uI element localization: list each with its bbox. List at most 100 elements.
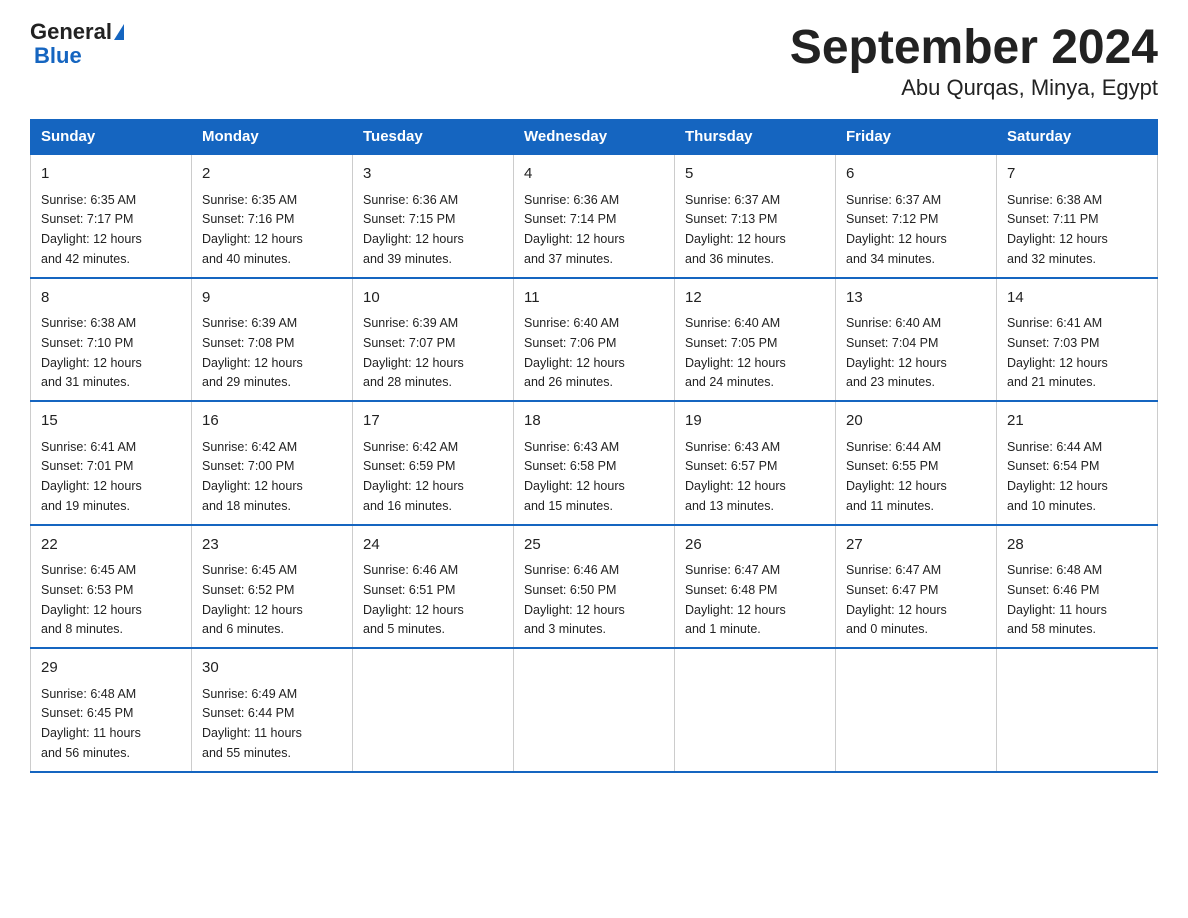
calendar-cell: 10 Sunrise: 6:39 AMSunset: 7:07 PMDayligh… <box>353 278 514 402</box>
day-number: 19 <box>685 410 825 433</box>
day-number: 3 <box>363 163 503 186</box>
calendar-cell: 3 Sunrise: 6:36 AMSunset: 7:15 PMDaylight… <box>353 154 514 278</box>
day-number: 16 <box>202 410 342 433</box>
day-info: Sunrise: 6:38 AMSunset: 7:10 PMDaylight:… <box>41 316 142 389</box>
day-number: 27 <box>846 534 986 557</box>
header-day-tuesday: Tuesday <box>353 120 514 155</box>
day-number: 15 <box>41 410 181 433</box>
day-info: Sunrise: 6:40 AMSunset: 7:06 PMDaylight:… <box>524 316 625 389</box>
day-number: 26 <box>685 534 825 557</box>
logo-text-general: General <box>30 20 112 44</box>
day-number: 10 <box>363 287 503 310</box>
calendar-cell: 22Sunrise: 6:45 AMSunset: 6:53 PMDayligh… <box>31 525 192 649</box>
day-info: Sunrise: 6:44 AMSunset: 6:54 PMDaylight:… <box>1007 440 1108 513</box>
calendar-cell: 8Sunrise: 6:38 AMSunset: 7:10 PMDaylight… <box>31 278 192 402</box>
logo-triangle-icon <box>114 24 124 40</box>
day-number: 17 <box>363 410 503 433</box>
calendar-cell: 5Sunrise: 6:37 AMSunset: 7:13 PMDaylight… <box>675 154 836 278</box>
day-number: 12 <box>685 287 825 310</box>
day-number: 29 <box>41 657 181 680</box>
calendar-cell: 14 Sunrise: 6:41 AMSunset: 7:03 PMDayligh… <box>997 278 1158 402</box>
day-number: 11 <box>524 287 664 310</box>
title-block: September 2024 Abu Qurqas, Minya, Egypt <box>790 20 1158 101</box>
day-number: 20 <box>846 410 986 433</box>
calendar-cell: 16 Sunrise: 6:42 AMSunset: 7:00 PMDayligh… <box>192 401 353 525</box>
day-info: Sunrise: 6:45 AMSunset: 6:52 PMDaylight:… <box>202 563 303 636</box>
calendar-cell <box>836 648 997 772</box>
day-info: Sunrise: 6:45 AMSunset: 6:53 PMDaylight:… <box>41 563 142 636</box>
calendar-cell: 19 Sunrise: 6:43 AMSunset: 6:57 PMDayligh… <box>675 401 836 525</box>
calendar-cell: 13Sunrise: 6:40 AMSunset: 7:04 PMDayligh… <box>836 278 997 402</box>
calendar-week-row: 1 Sunrise: 6:35 AMSunset: 7:17 PMDaylight… <box>31 154 1158 278</box>
day-number: 1 <box>41 163 181 186</box>
calendar-cell: 11 Sunrise: 6:40 AMSunset: 7:06 PMDayligh… <box>514 278 675 402</box>
day-info: Sunrise: 6:46 AMSunset: 6:51 PMDaylight:… <box>363 563 464 636</box>
calendar-cell: 2Sunrise: 6:35 AMSunset: 7:16 PMDaylight… <box>192 154 353 278</box>
day-number: 24 <box>363 534 503 557</box>
day-number: 7 <box>1007 163 1147 186</box>
day-info: Sunrise: 6:39 AMSunset: 7:07 PMDaylight:… <box>363 316 464 389</box>
day-info: Sunrise: 6:42 AMSunset: 6:59 PMDaylight:… <box>363 440 464 513</box>
day-info: Sunrise: 6:37 AMSunset: 7:13 PMDaylight:… <box>685 193 786 266</box>
calendar-cell: 26 Sunrise: 6:47 AMSunset: 6:48 PMDayligh… <box>675 525 836 649</box>
calendar-cell <box>353 648 514 772</box>
day-info: Sunrise: 6:43 AMSunset: 6:57 PMDaylight:… <box>685 440 786 513</box>
day-info: Sunrise: 6:42 AMSunset: 7:00 PMDaylight:… <box>202 440 303 513</box>
day-number: 9 <box>202 287 342 310</box>
calendar-cell: 1 Sunrise: 6:35 AMSunset: 7:17 PMDaylight… <box>31 154 192 278</box>
calendar-cell: 12 Sunrise: 6:40 AMSunset: 7:05 PMDayligh… <box>675 278 836 402</box>
day-info: Sunrise: 6:38 AMSunset: 7:11 PMDaylight:… <box>1007 193 1108 266</box>
header-day-friday: Friday <box>836 120 997 155</box>
calendar-cell: 20Sunrise: 6:44 AMSunset: 6:55 PMDayligh… <box>836 401 997 525</box>
header-day-thursday: Thursday <box>675 120 836 155</box>
day-info: Sunrise: 6:40 AMSunset: 7:04 PMDaylight:… <box>846 316 947 389</box>
calendar-cell <box>675 648 836 772</box>
calendar-cell: 7 Sunrise: 6:38 AMSunset: 7:11 PMDaylight… <box>997 154 1158 278</box>
day-number: 14 <box>1007 287 1147 310</box>
calendar-cell: 17 Sunrise: 6:42 AMSunset: 6:59 PMDayligh… <box>353 401 514 525</box>
calendar-week-row: 22Sunrise: 6:45 AMSunset: 6:53 PMDayligh… <box>31 525 1158 649</box>
day-info: Sunrise: 6:37 AMSunset: 7:12 PMDaylight:… <box>846 193 947 266</box>
calendar-cell: 9Sunrise: 6:39 AMSunset: 7:08 PMDaylight… <box>192 278 353 402</box>
calendar-cell: 30 Sunrise: 6:49 AMSunset: 6:44 PMDayligh… <box>192 648 353 772</box>
day-info: Sunrise: 6:48 AMSunset: 6:45 PMDaylight:… <box>41 687 141 760</box>
calendar-cell: 24 Sunrise: 6:46 AMSunset: 6:51 PMDayligh… <box>353 525 514 649</box>
calendar-cell: 29 Sunrise: 6:48 AMSunset: 6:45 PMDayligh… <box>31 648 192 772</box>
logo: General Blue <box>30 20 124 68</box>
calendar-week-row: 8Sunrise: 6:38 AMSunset: 7:10 PMDaylight… <box>31 278 1158 402</box>
calendar-cell: 18 Sunrise: 6:43 AMSunset: 6:58 PMDayligh… <box>514 401 675 525</box>
calendar-cell: 15 Sunrise: 6:41 AMSunset: 7:01 PMDayligh… <box>31 401 192 525</box>
calendar-cell <box>997 648 1158 772</box>
day-info: Sunrise: 6:43 AMSunset: 6:58 PMDaylight:… <box>524 440 625 513</box>
logo-text-blue: Blue <box>34 44 82 68</box>
day-number: 2 <box>202 163 342 186</box>
calendar-cell: 21 Sunrise: 6:44 AMSunset: 6:54 PMDayligh… <box>997 401 1158 525</box>
header-day-sunday: Sunday <box>31 120 192 155</box>
day-number: 23 <box>202 534 342 557</box>
calendar-cell: 23 Sunrise: 6:45 AMSunset: 6:52 PMDayligh… <box>192 525 353 649</box>
header-day-saturday: Saturday <box>997 120 1158 155</box>
calendar-cell: 27 Sunrise: 6:47 AMSunset: 6:47 PMDayligh… <box>836 525 997 649</box>
day-info: Sunrise: 6:47 AMSunset: 6:48 PMDaylight:… <box>685 563 786 636</box>
calendar-subtitle: Abu Qurqas, Minya, Egypt <box>790 75 1158 101</box>
day-number: 25 <box>524 534 664 557</box>
day-number: 6 <box>846 163 986 186</box>
day-number: 28 <box>1007 534 1147 557</box>
day-info: Sunrise: 6:35 AMSunset: 7:17 PMDaylight:… <box>41 193 142 266</box>
day-number: 21 <box>1007 410 1147 433</box>
day-number: 30 <box>202 657 342 680</box>
calendar-cell <box>514 648 675 772</box>
day-info: Sunrise: 6:41 AMSunset: 7:01 PMDaylight:… <box>41 440 142 513</box>
day-info: Sunrise: 6:36 AMSunset: 7:15 PMDaylight:… <box>363 193 464 266</box>
day-number: 18 <box>524 410 664 433</box>
calendar-cell: 28Sunrise: 6:48 AMSunset: 6:46 PMDayligh… <box>997 525 1158 649</box>
day-info: Sunrise: 6:47 AMSunset: 6:47 PMDaylight:… <box>846 563 947 636</box>
calendar-cell: 4 Sunrise: 6:36 AMSunset: 7:14 PMDaylight… <box>514 154 675 278</box>
header-day-wednesday: Wednesday <box>514 120 675 155</box>
day-number: 4 <box>524 163 664 186</box>
day-info: Sunrise: 6:36 AMSunset: 7:14 PMDaylight:… <box>524 193 625 266</box>
header-day-monday: Monday <box>192 120 353 155</box>
day-info: Sunrise: 6:41 AMSunset: 7:03 PMDaylight:… <box>1007 316 1108 389</box>
day-info: Sunrise: 6:40 AMSunset: 7:05 PMDaylight:… <box>685 316 786 389</box>
day-info: Sunrise: 6:49 AMSunset: 6:44 PMDaylight:… <box>202 687 302 760</box>
